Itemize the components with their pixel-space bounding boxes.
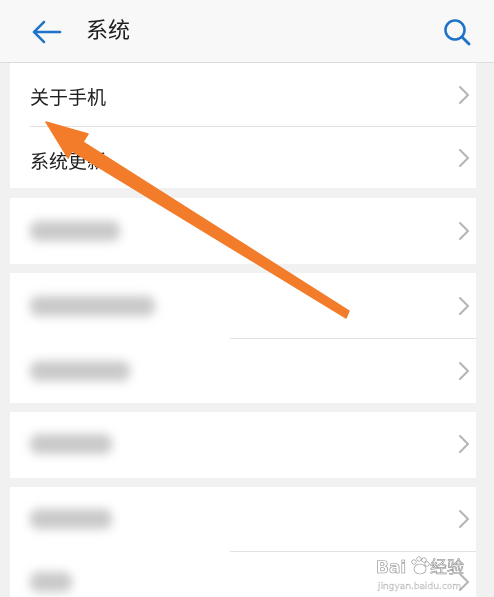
- settings-group-3: [10, 273, 476, 403]
- chevron-right-icon: [459, 86, 469, 104]
- system-update-label: 系统更新: [30, 151, 107, 173]
- blurred-settings-item[interactable]: [10, 412, 476, 478]
- about-phone-item[interactable]: 关于手机: [10, 63, 476, 126]
- page-title: 系统: [86, 19, 131, 44]
- settings-group-4: [10, 412, 476, 478]
- blurred-label: [30, 509, 112, 529]
- settings-group-5: [10, 487, 476, 597]
- blurred-label: [30, 296, 155, 316]
- arrow-left-icon[interactable]: [30, 18, 62, 46]
- blurred-label: [30, 434, 112, 454]
- blurred-settings-item[interactable]: [10, 552, 476, 597]
- blurred-settings-item[interactable]: [10, 487, 476, 551]
- about-phone-label: 关于手机: [30, 87, 107, 109]
- blurred-settings-item[interactable]: [10, 273, 476, 338]
- blurred-settings-item[interactable]: [10, 339, 476, 403]
- settings-group-system: 关于手机 系统更新: [10, 63, 476, 188]
- chevron-right-icon: [459, 435, 469, 453]
- search-icon[interactable]: [442, 17, 472, 47]
- blurred-settings-item[interactable]: [10, 198, 476, 264]
- chevron-right-icon: [459, 222, 469, 240]
- system-update-item[interactable]: 系统更新: [10, 127, 476, 188]
- chevron-right-icon: [459, 573, 469, 591]
- blurred-label: [30, 572, 72, 592]
- chevron-right-icon: [459, 362, 469, 380]
- chevron-right-icon: [459, 297, 469, 315]
- blurred-label: [30, 361, 130, 381]
- settings-group-2: [10, 198, 476, 264]
- blurred-label: [30, 221, 120, 241]
- chevron-right-icon: [459, 149, 469, 167]
- chevron-right-icon: [459, 510, 469, 528]
- app-bar: 系统: [0, 0, 494, 63]
